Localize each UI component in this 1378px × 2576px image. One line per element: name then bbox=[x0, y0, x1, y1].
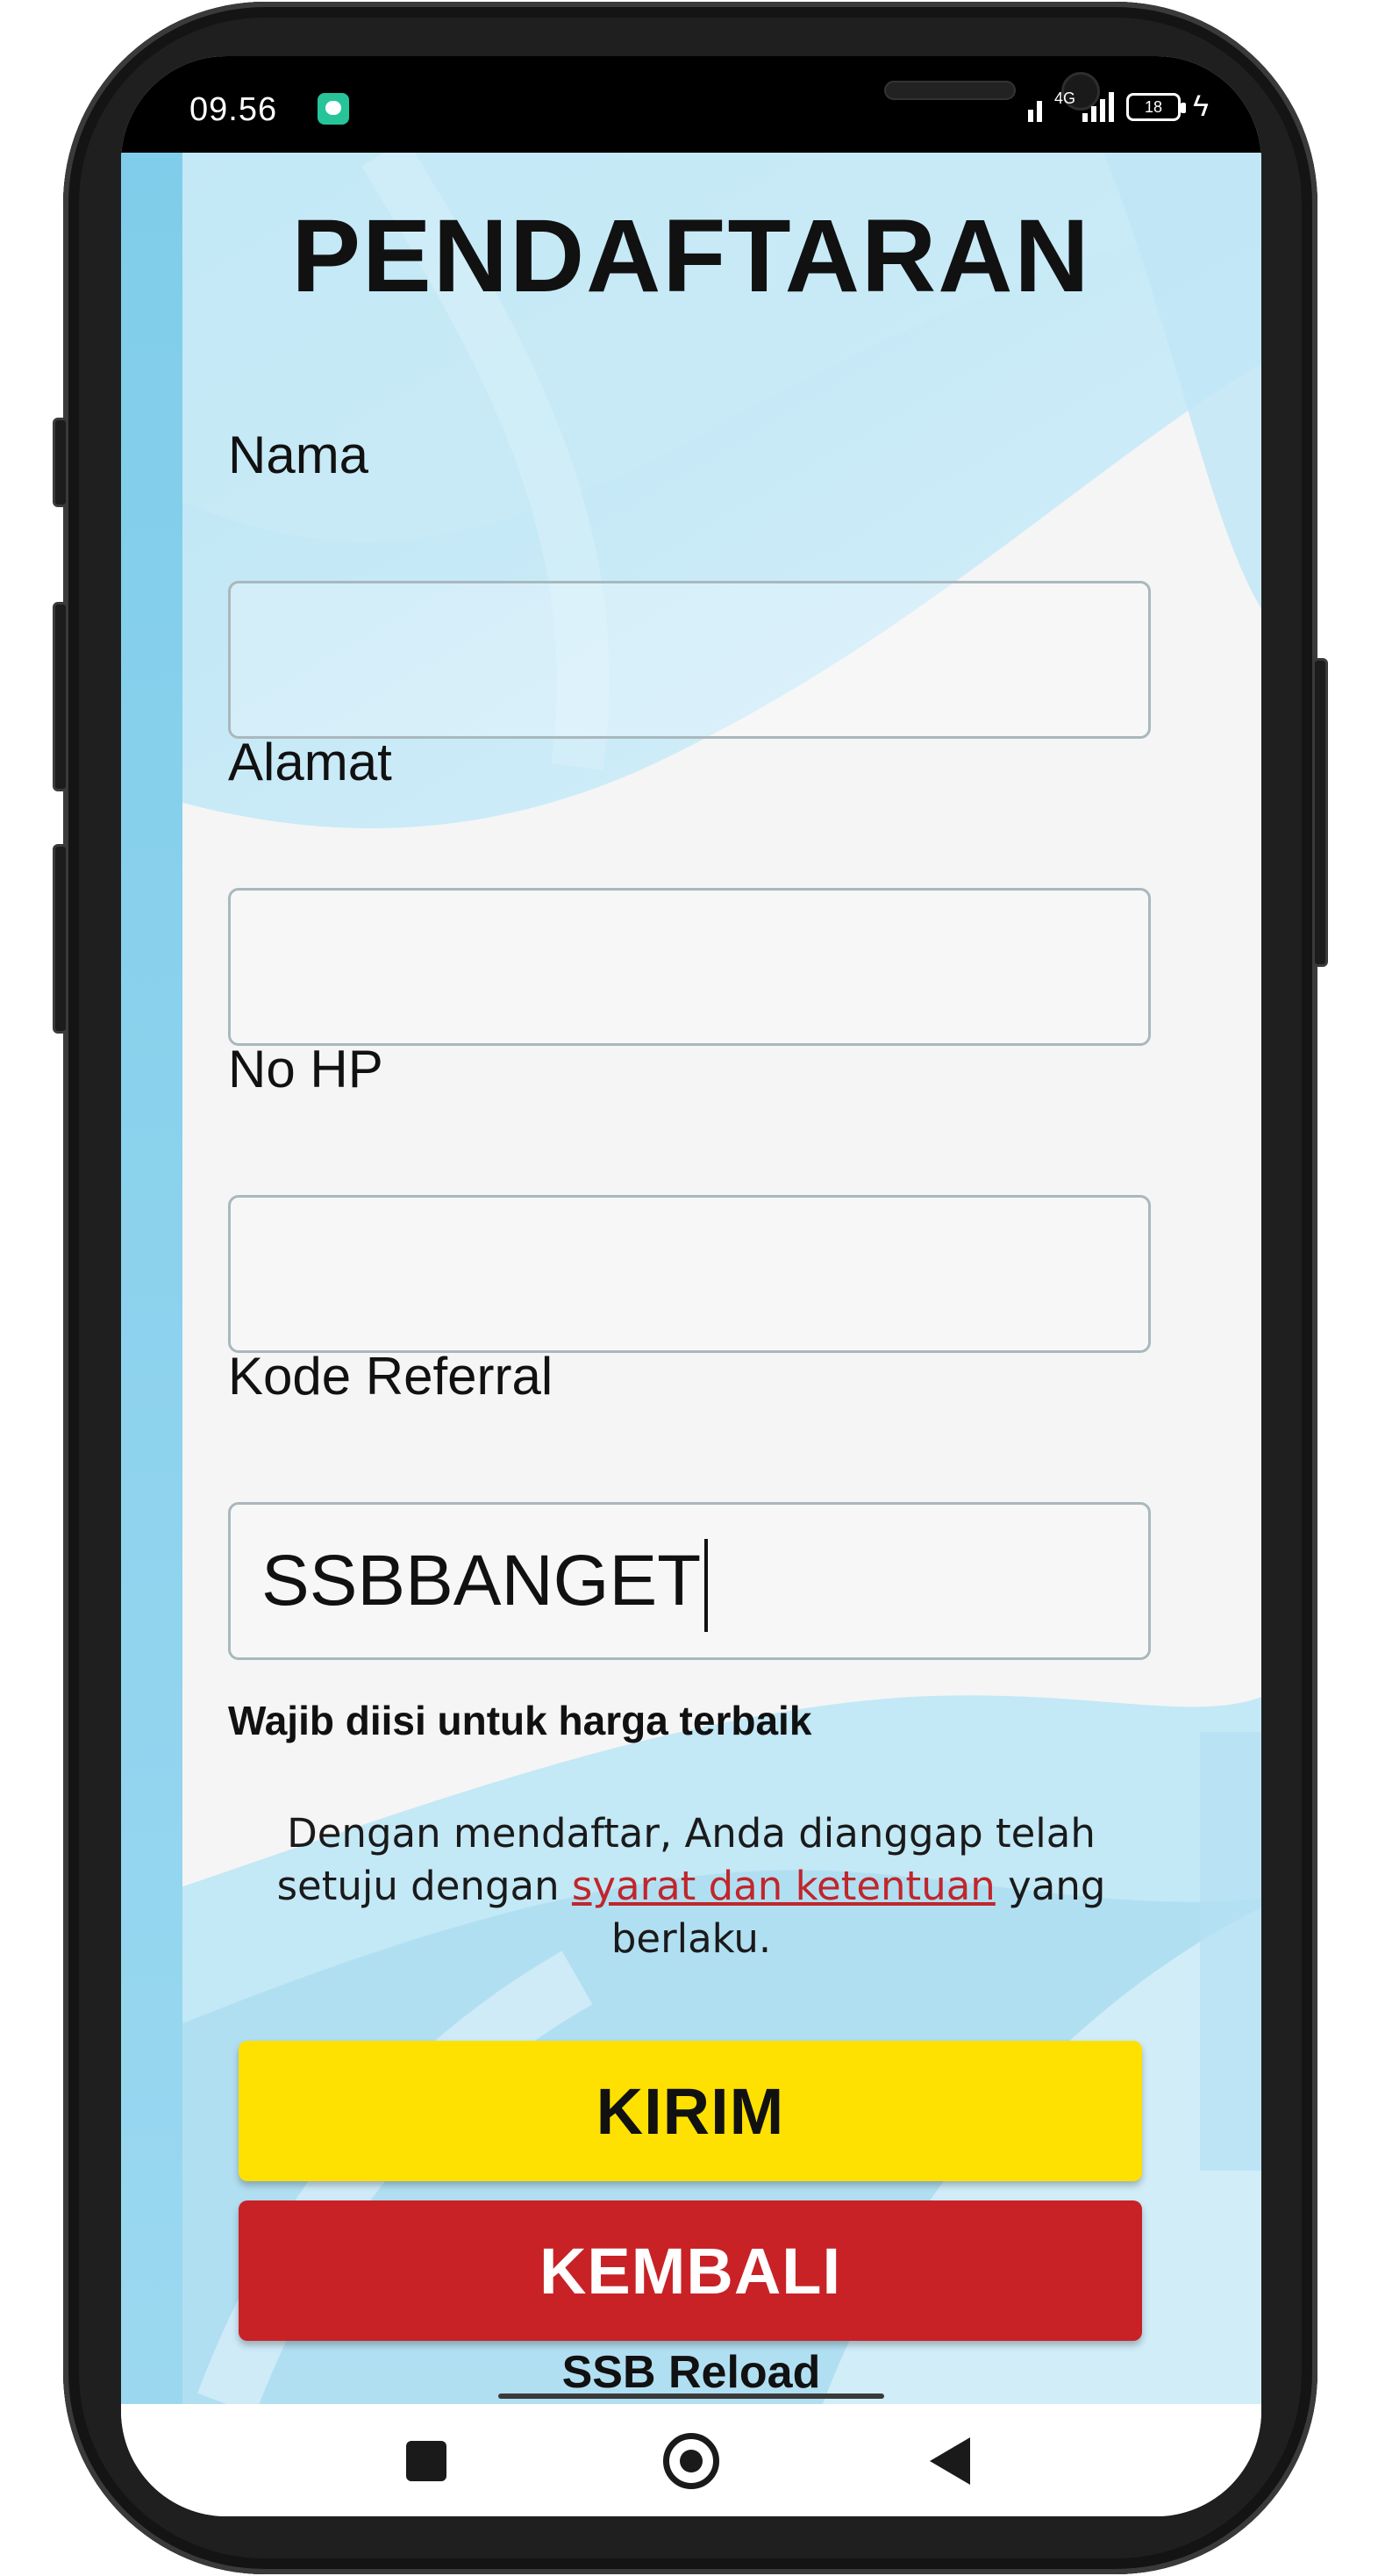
terms-notice: Dengan mendaftar, Anda dianggap telah se… bbox=[244, 1807, 1139, 1965]
navigation-bar bbox=[121, 2404, 1261, 2516]
signal-icon bbox=[1027, 92, 1042, 122]
referral-code-label: Kode Referral bbox=[228, 1347, 553, 1406]
camera-notch bbox=[384, 56, 1103, 153]
name-input[interactable] bbox=[228, 581, 1151, 739]
back-button[interactable]: KEMBALI bbox=[239, 2200, 1142, 2341]
home-button[interactable] bbox=[652, 2422, 731, 2501]
text-cursor bbox=[704, 1539, 709, 1633]
phone-number-input[interactable] bbox=[228, 1195, 1151, 1353]
submit-button[interactable]: KIRIM bbox=[239, 2041, 1142, 2181]
referral-code-value-wrap: SSBBANGET bbox=[261, 1502, 709, 1660]
signal-icon bbox=[1082, 91, 1114, 122]
status-time: 09.56 bbox=[189, 91, 278, 128]
phone-screen: 09.56 4G 18 ϟ PENDAFTARAN Nama Alamat No… bbox=[121, 56, 1261, 2516]
address-label: Alamat bbox=[228, 733, 392, 791]
footer-underline bbox=[498, 2394, 884, 2399]
left-accent-strip bbox=[121, 153, 182, 2404]
referral-code-value: SSBBANGET bbox=[261, 1541, 702, 1621]
recent-apps-icon bbox=[406, 2441, 446, 2481]
phone-side-button bbox=[53, 844, 68, 1034]
phone-side-button bbox=[53, 418, 68, 507]
phone-side-button bbox=[1312, 658, 1328, 967]
home-icon bbox=[663, 2433, 719, 2489]
battery-icon: 18 bbox=[1126, 92, 1186, 121]
page-title: PENDAFTARAN bbox=[291, 198, 1091, 314]
address-input[interactable] bbox=[228, 888, 1151, 1046]
chat-notification-icon bbox=[318, 93, 349, 125]
status-bar: 09.56 4G 18 ϟ bbox=[121, 56, 1261, 153]
referral-hint: Wajib diisi untuk harga terbaik bbox=[228, 1698, 812, 1743]
recent-apps-button[interactable] bbox=[387, 2422, 466, 2501]
name-label: Nama bbox=[228, 426, 369, 484]
terms-link[interactable]: syarat dan ketentuan bbox=[572, 1863, 996, 1909]
registration-screen: PENDAFTARAN Nama Alamat No HP Kode Refer… bbox=[121, 153, 1261, 2404]
charging-icon: ϟ bbox=[1193, 89, 1209, 123]
footer-brand: SSB Reload bbox=[561, 2347, 821, 2398]
phone-side-button bbox=[53, 602, 68, 791]
nav-back-button[interactable] bbox=[910, 2422, 989, 2501]
phone-number-label: No HP bbox=[228, 1040, 383, 1098]
network-type-label: 4G bbox=[1053, 89, 1075, 107]
status-indicators: 4G 18 ϟ bbox=[1027, 89, 1209, 124]
back-icon bbox=[930, 2437, 970, 2485]
speaker-grille bbox=[884, 81, 1016, 100]
